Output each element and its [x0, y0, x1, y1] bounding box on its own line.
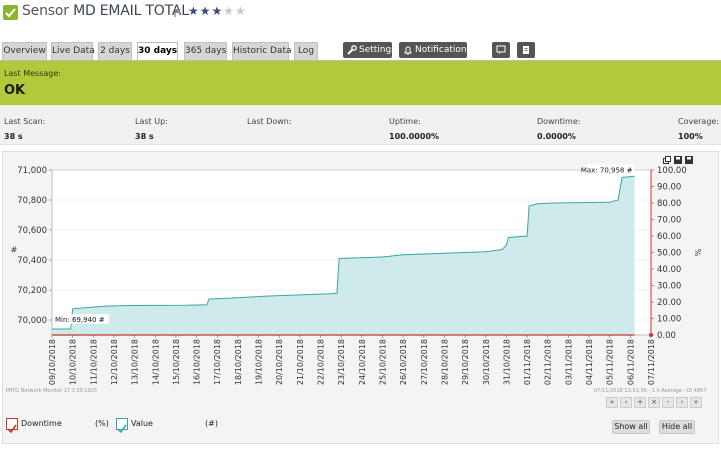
- y2-tick-label: 50.00: [657, 249, 681, 259]
- x-tick-label: 09/10/2018: [48, 339, 57, 385]
- x-tick-label: 29/10/2018: [461, 339, 470, 385]
- x-tick-label: 13/10/2018: [131, 339, 140, 385]
- min-annotation: Min: 69,940 #: [55, 316, 105, 324]
- legend-downtime-checkbox[interactable]: [6, 418, 18, 434]
- x-tick-label: 24/10/2018: [358, 339, 367, 385]
- y-tick-label: 70,200: [17, 286, 47, 296]
- check-icon: [7, 424, 17, 434]
- nav-zoom-out-button[interactable]: -: [662, 397, 674, 408]
- nav-first-button[interactable]: «: [606, 397, 618, 408]
- x-tick-label: 28/10/2018: [440, 339, 449, 385]
- x-tick-label: 14/10/2018: [151, 339, 160, 385]
- x-tick-label: 17/10/2018: [213, 339, 222, 385]
- nav-last-button[interactable]: »: [690, 397, 702, 408]
- value-chart: 70,000 70,200 70,400 70,600 70,800 71,000 0.00…: [11, 164, 702, 385]
- y2-tick-label: 60.00: [657, 232, 681, 242]
- legend-value-checkbox[interactable]: [116, 418, 128, 434]
- check-icon: [117, 424, 127, 434]
- x-tick-label: 19/10/2018: [255, 339, 264, 385]
- x-tick-label: 16/10/2018: [193, 339, 202, 385]
- x-tick-label: 27/10/2018: [420, 339, 429, 385]
- x-tick-label: 25/10/2018: [378, 339, 387, 385]
- x-tick-label: 02/11/2018: [544, 339, 553, 385]
- nav-prev-button[interactable]: ‹: [620, 397, 632, 408]
- x-tick-label: 04/11/2018: [585, 339, 594, 385]
- y-tick-label: 70,000: [17, 316, 47, 326]
- x-tick-label: 03/11/2018: [564, 339, 573, 385]
- y2-tick-label: 90.00: [657, 183, 681, 193]
- x-tick-label: 12/10/2018: [110, 339, 119, 385]
- x-tick-label: 31/10/2018: [502, 339, 511, 385]
- y2-tick-label: 20.00: [657, 298, 681, 308]
- nav-zoom-in-button[interactable]: +: [634, 397, 646, 408]
- show-all-button[interactable]: Show all: [612, 420, 650, 434]
- y-axis-label: #: [11, 246, 18, 255]
- y2-tick-label: 100.00: [657, 166, 687, 176]
- y-tick-label: 71,000: [17, 166, 47, 176]
- y2-tick-label: 30.00: [657, 282, 681, 292]
- x-tick-label: 06/11/2018: [626, 339, 635, 385]
- footer-info: 07/11/2018 13:51:56 - 1 h Average - ID 4…: [594, 388, 707, 394]
- x-tick-label: 21/10/2018: [296, 339, 305, 385]
- x-tick-label: 11/10/2018: [89, 339, 98, 385]
- y2-tick-label: 80.00: [657, 199, 681, 209]
- y2-axis-label: %: [693, 249, 702, 257]
- max-annotation: Max: 70,958 #: [581, 166, 633, 174]
- legend-downtime-unit: (%): [95, 419, 109, 428]
- x-tick-label: 15/10/2018: [172, 339, 181, 385]
- x-tick-label: 30/10/2018: [482, 339, 491, 385]
- x-tick-label: 07/11/2018: [647, 339, 656, 385]
- x-tick-label: 18/10/2018: [234, 339, 243, 385]
- legend-value-label: Value: [131, 419, 153, 428]
- downtime-end-point: [649, 333, 653, 337]
- nav-reset-button[interactable]: ×: [648, 397, 660, 408]
- y-tick-label: 70,600: [17, 226, 47, 236]
- y-tick-label: 70,400: [17, 256, 47, 266]
- x-tick-label: 05/11/2018: [606, 339, 615, 385]
- x-tick-label: 23/10/2018: [337, 339, 346, 385]
- x-tick-label: 01/11/2018: [523, 339, 532, 385]
- y2-tick-label: 40.00: [657, 265, 681, 275]
- nav-next-button[interactable]: ›: [676, 397, 688, 408]
- x-tick-label: 26/10/2018: [399, 339, 408, 385]
- legend-value-unit: (#): [205, 419, 218, 428]
- y2-tick-label: 0.00: [657, 331, 676, 341]
- y-tick-label: 70,800: [17, 196, 47, 206]
- hide-all-button[interactable]: Hide all: [659, 420, 695, 434]
- footer-version: PRTG Network Monitor 17.3.30.1925: [6, 388, 98, 394]
- legend-downtime-label: Downtime: [21, 419, 62, 428]
- x-tick-label: 22/10/2018: [317, 339, 326, 385]
- x-tick-label: 20/10/2018: [275, 339, 284, 385]
- y2-tick-label: 10.00: [657, 315, 681, 325]
- y2-tick-label: 70.00: [657, 216, 681, 226]
- x-tick-label: 10/10/2018: [69, 339, 78, 385]
